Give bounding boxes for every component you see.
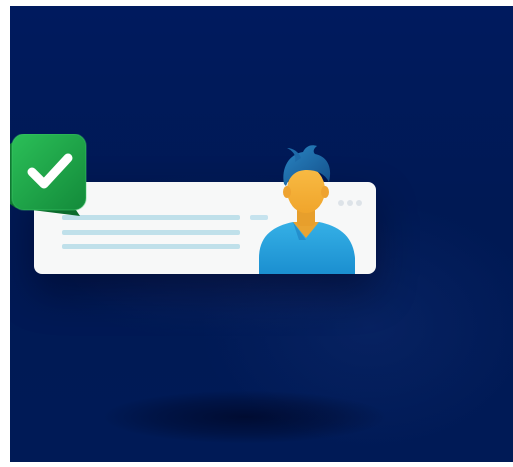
person-icon — [259, 145, 355, 274]
verified-badge — [10, 134, 90, 216]
person-avatar — [251, 140, 361, 274]
placeholder-text-line — [62, 230, 240, 235]
illustration-frame — [10, 6, 513, 462]
floor-shadow — [105, 391, 385, 443]
placeholder-text-line — [62, 244, 240, 249]
check-icon — [10, 134, 87, 216]
